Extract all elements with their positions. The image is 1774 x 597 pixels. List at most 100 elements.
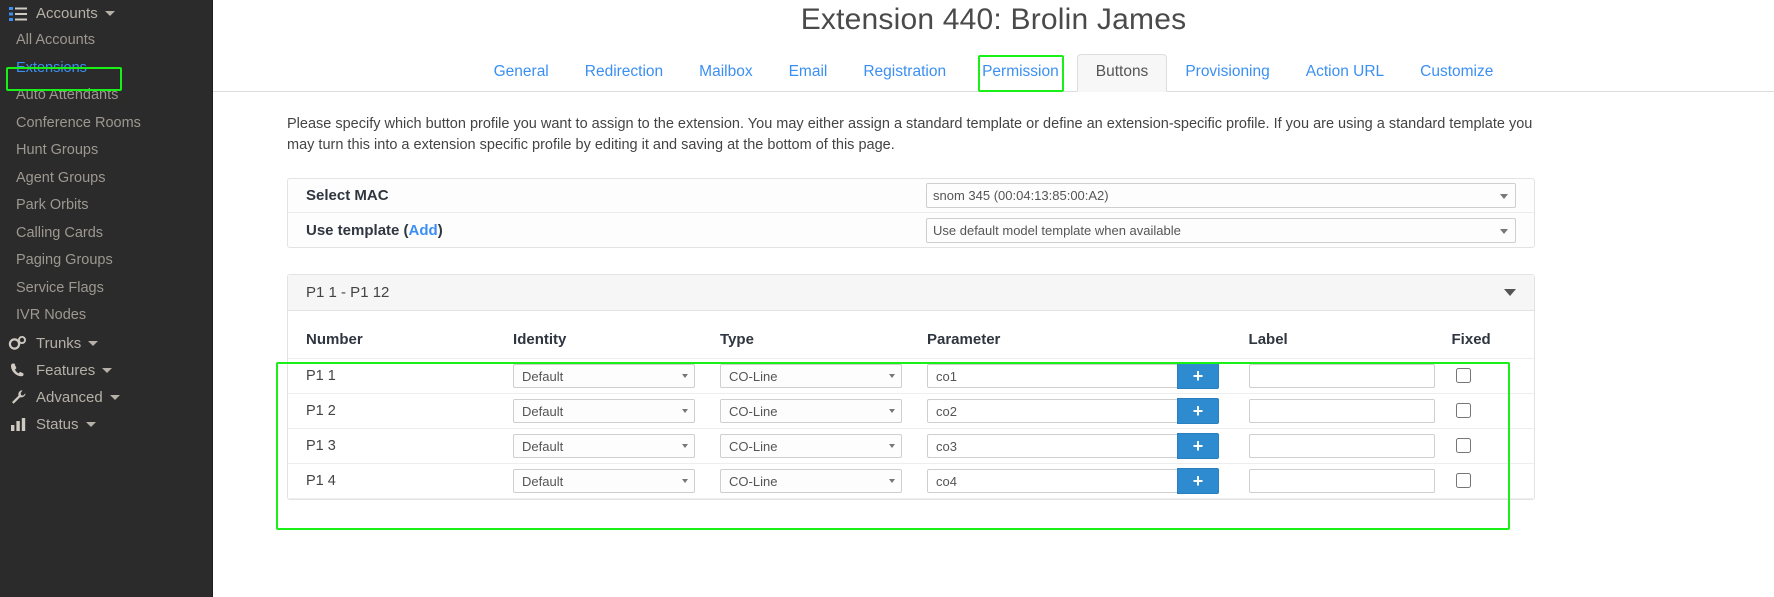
buttons-section-header[interactable]: P1 1 - P1 12 [288,275,1534,311]
sidebar-item-extensions[interactable]: Extensions [0,55,212,83]
sidebar-item-auto-attendants[interactable]: Auto Attendants [0,82,212,110]
label-input[interactable] [1248,469,1435,493]
fixed-checkbox[interactable] [1455,403,1471,418]
sidebar-group-features[interactable]: Features [0,357,212,384]
sidebar-item-hunt-groups[interactable]: Hunt Groups [0,137,212,165]
parameter-input[interactable] [927,364,1177,388]
fixed-checkbox[interactable] [1455,368,1471,383]
identity-dropdown[interactable]: Default [513,469,696,493]
sidebar-item-conference-rooms[interactable]: Conference Rooms [0,110,212,138]
sidebar-group-advanced[interactable]: Advanced [0,384,212,411]
sidebar-item-service-flags[interactable]: Service Flags [0,275,212,303]
tab-redirection[interactable]: Redirection [567,55,681,91]
sidebar-group-label: Accounts [36,5,98,22]
sidebar-item-park-orbits[interactable]: Park Orbits [0,192,212,220]
identity-dropdown[interactable]: Default [513,364,696,388]
sidebar-group-label: Advanced [36,388,103,406]
wrench-icon [6,388,30,406]
sidebar-group-accounts[interactable]: Accounts [0,0,212,27]
tab-provisioning[interactable]: Provisioning [1167,55,1287,91]
fixed-checkbox[interactable] [1455,473,1471,488]
form-row-use-template: Use template (Add) Use default model tem… [288,213,1534,247]
column-header-parameter: Parameter [919,325,1241,359]
parameter-input[interactable] [927,469,1177,493]
add-parameter-button[interactable]: + [1177,433,1219,459]
table-header-row: Number Identity Type Parameter Label Fix… [288,325,1534,359]
sidebar-group-status[interactable]: Status [0,411,212,438]
column-header-fixed: Fixed [1443,325,1534,359]
tab-email[interactable]: Email [771,55,846,91]
chevron-down-icon[interactable] [1504,289,1516,296]
chevron-down-icon [102,367,113,373]
buttons-table: Number Identity Type Parameter Label Fix… [288,325,1534,499]
gears-icon [6,334,30,352]
label-input[interactable] [1248,364,1435,388]
intro-text: Please specify which button profile you … [287,116,1533,153]
sidebar-group-trunks[interactable]: Trunks [0,330,212,357]
tab-bar: General Redirection Mailbox Email Regist… [213,54,1774,92]
table-row: P1 2 Default CO-Line + [288,393,1534,429]
sidebar: Accounts All Accounts Extensions Auto At… [0,0,213,597]
parameter-input[interactable] [927,399,1177,423]
sidebar-group-label: Trunks [36,334,82,352]
column-header-number: Number [288,325,506,359]
type-dropdown[interactable]: CO-Line [720,364,903,388]
select-mac-label: Select MAC [306,187,389,204]
column-header-type: Type [712,325,919,359]
buttons-section-body: Number Identity Type Parameter Label Fix… [288,311,1534,499]
tab-buttons[interactable]: Buttons [1076,54,1168,92]
add-parameter-button[interactable]: + [1177,398,1219,424]
table-row: P1 3 Default CO-Line + [288,428,1534,464]
identity-dropdown[interactable]: Default [513,434,696,458]
tab-action-url[interactable]: Action URL [1288,55,1402,91]
type-dropdown[interactable]: CO-Line [720,469,903,493]
fixed-checkbox[interactable] [1455,438,1471,453]
use-template-label-suffix: ) [437,221,443,239]
row-number: P1 4 [288,463,506,499]
sidebar-group-label: Features [36,361,96,379]
phone-icon [6,361,30,379]
sidebar-group-label: Status [36,415,79,433]
add-template-link[interactable]: Add [409,222,438,239]
sidebar-item-agent-groups[interactable]: Agent Groups [0,165,212,193]
row-number: P1 3 [288,428,506,464]
type-dropdown[interactable]: CO-Line [720,399,903,423]
chevron-down-icon [109,394,120,400]
sidebar-item-ivr-nodes[interactable]: IVR Nodes [0,302,212,330]
column-header-label: Label [1240,325,1444,359]
row-number: P1 2 [288,393,506,429]
type-dropdown[interactable]: CO-Line [720,434,903,458]
table-row: P1 4 Default CO-Line + [288,463,1534,499]
column-header-identity: Identity [505,325,713,359]
tab-general[interactable]: General [476,55,567,91]
page-title: Extension 440: Brolin James [800,3,1187,36]
row-number: P1 1 [288,358,506,394]
chevron-down-icon [85,421,96,427]
list-icon [6,5,30,23]
chevron-down-icon [88,340,99,346]
sidebar-item-paging-groups[interactable]: Paging Groups [0,247,212,275]
buttons-section-panel: P1 1 - P1 12 Number Identity Type Parame… [287,274,1535,500]
main-content: Extension 440: Brolin James General Redi… [213,0,1774,597]
add-parameter-button[interactable]: + [1177,468,1219,494]
parameter-input[interactable] [927,434,1177,458]
select-mac-dropdown[interactable]: snom 345 (00:04:13:85:00:A2) [926,183,1516,208]
use-template-label-prefix: Use template ( [306,221,409,239]
tab-mailbox[interactable]: Mailbox [681,55,770,91]
label-input[interactable] [1248,399,1435,423]
label-input[interactable] [1248,434,1435,458]
tab-permission[interactable]: Permission [964,55,1077,91]
add-parameter-button[interactable]: + [1177,363,1219,389]
form-row-select-mac: Select MAC snom 345 (00:04:13:85:00:A2) [288,179,1534,213]
tab-customize[interactable]: Customize [1402,55,1511,91]
chevron-down-icon [104,11,115,16]
profile-form-panel: Select MAC snom 345 (00:04:13:85:00:A2) … [287,178,1535,248]
identity-dropdown[interactable]: Default [513,399,696,423]
sidebar-item-calling-cards[interactable]: Calling Cards [0,220,212,248]
tab-registration[interactable]: Registration [845,55,964,91]
use-template-dropdown[interactable]: Use default model template when availabl… [926,217,1516,243]
sidebar-item-all-accounts[interactable]: All Accounts [0,27,212,55]
buttons-section-title: P1 1 - P1 12 [306,284,390,301]
content-area: Please specify which button profile you … [213,114,1774,500]
use-template-label: Use template (Add) [306,222,926,239]
